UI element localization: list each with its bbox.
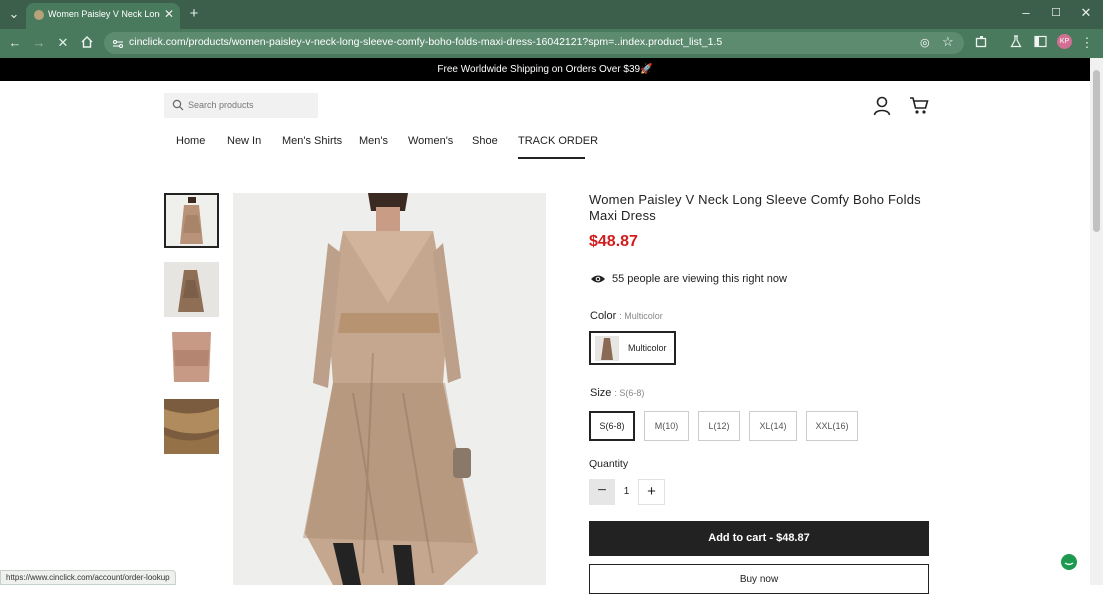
- size-label-row: Size: S(6-8): [590, 387, 644, 399]
- back-icon[interactable]: ←: [7, 34, 23, 52]
- nav-shoe[interactable]: Shoe: [472, 135, 498, 147]
- buy-now-button[interactable]: Buy now: [589, 564, 929, 594]
- product-thumbnail-2[interactable]: [164, 262, 219, 317]
- nav-new-in[interactable]: New In: [227, 135, 261, 147]
- color-option-multicolor[interactable]: Multicolor: [589, 331, 676, 365]
- tab-list-button[interactable]: ⌄: [6, 5, 22, 23]
- color-label-row: Color: Multicolor: [590, 310, 663, 322]
- product-thumbnail-4[interactable]: [164, 399, 219, 454]
- nav-active-underline: [518, 157, 585, 159]
- color-label: Color: [590, 310, 617, 322]
- color-selected-value: : Multicolor: [619, 311, 663, 321]
- extensions-icon[interactable]: [975, 35, 988, 48]
- search-placeholder: Search products: [188, 100, 254, 110]
- profile-avatar[interactable]: KP: [1057, 34, 1072, 49]
- new-tab-button[interactable]: +: [186, 5, 202, 23]
- bookmark-star-icon[interactable]: ☆: [942, 34, 954, 50]
- labs-flask-icon[interactable]: [1010, 35, 1022, 48]
- size-option-xxl[interactable]: XXL(16): [806, 411, 858, 441]
- nav-mens[interactable]: Men's: [359, 135, 388, 147]
- home-icon[interactable]: [80, 35, 94, 49]
- product-main-image[interactable]: [233, 193, 546, 585]
- nav-mens-shirts[interactable]: Men's Shirts: [282, 135, 342, 147]
- color-option-label: Multicolor: [628, 343, 667, 353]
- address-url: cinclick.com/products/women-paisley-v-ne…: [129, 36, 723, 48]
- stop-loading-icon[interactable]: ✕: [55, 34, 71, 52]
- size-option-s[interactable]: S(6-8): [589, 411, 635, 441]
- viewers-notice: 55 people are viewing this right now: [590, 273, 787, 285]
- forward-icon[interactable]: →: [31, 34, 47, 52]
- tab-close-icon[interactable]: ✕: [164, 7, 174, 21]
- address-bar[interactable]: cinclick.com/products/women-paisley-v-ne…: [104, 32, 964, 54]
- viewers-text: 55 people are viewing this right now: [612, 273, 787, 285]
- eye-off-icon[interactable]: ◎: [920, 36, 930, 49]
- shipping-banner: Free Worldwide Shipping on Orders Over $…: [0, 58, 1090, 81]
- site-info-icon[interactable]: [112, 37, 124, 49]
- close-window-icon[interactable]: ✕: [1077, 4, 1095, 22]
- scrollbar-thumb[interactable]: [1093, 70, 1100, 232]
- quantity-increase-button[interactable]: +: [638, 479, 665, 505]
- quantity-decrease-button[interactable]: −: [589, 479, 615, 505]
- browser-toolbar: ← → ✕ cinclick.com/products/women-paisle…: [0, 29, 1103, 58]
- product-thumbnail-3[interactable]: [164, 330, 219, 385]
- size-option-m[interactable]: M(10): [644, 411, 689, 441]
- add-to-cart-button[interactable]: Add to cart - $48.87: [589, 521, 929, 556]
- search-box[interactable]: Search products: [164, 93, 318, 118]
- quantity-value[interactable]: 1: [615, 479, 638, 505]
- account-icon[interactable]: [873, 96, 891, 116]
- side-panel-icon[interactable]: [1034, 35, 1047, 48]
- browser-tab[interactable]: Women Paisley V Neck Long Sl… ✕: [26, 3, 180, 29]
- nav-womens[interactable]: Women's: [408, 135, 453, 147]
- color-swatch-image: [595, 336, 619, 361]
- size-selected-value: : S(6-8): [614, 388, 645, 398]
- eye-icon: [591, 275, 605, 283]
- product-price: $48.87: [589, 233, 638, 250]
- banner-text: Free Worldwide Shipping on Orders Over $…: [437, 64, 653, 75]
- maximize-icon[interactable]: ☐: [1047, 4, 1065, 22]
- minimize-icon[interactable]: –: [1017, 4, 1035, 22]
- product-title: Women Paisley V Neck Long Sleeve Comfy B…: [589, 192, 921, 223]
- browser-menu-icon[interactable]: ⋮: [1080, 34, 1094, 52]
- browser-status-bar: https://www.cinclick.com/account/order-l…: [0, 570, 176, 585]
- quantity-label: Quantity: [589, 458, 629, 470]
- search-icon: [172, 98, 184, 111]
- size-option-l[interactable]: L(12): [698, 411, 740, 441]
- size-option-xl[interactable]: XL(14): [749, 411, 797, 441]
- nav-home[interactable]: Home: [176, 135, 205, 147]
- nav-track-order[interactable]: TRACK ORDER: [518, 135, 598, 147]
- browser-tab-bar: ⌄ Women Paisley V Neck Long Sl… ✕ + – ☐ …: [0, 0, 1103, 29]
- size-label: Size: [590, 387, 612, 399]
- tab-favicon: [34, 10, 44, 20]
- product-thumbnail-1[interactable]: [164, 193, 219, 248]
- chat-support-icon[interactable]: [1061, 554, 1077, 570]
- cart-icon[interactable]: [909, 96, 929, 115]
- tab-title: Women Paisley V Neck Long Sl…: [48, 9, 160, 19]
